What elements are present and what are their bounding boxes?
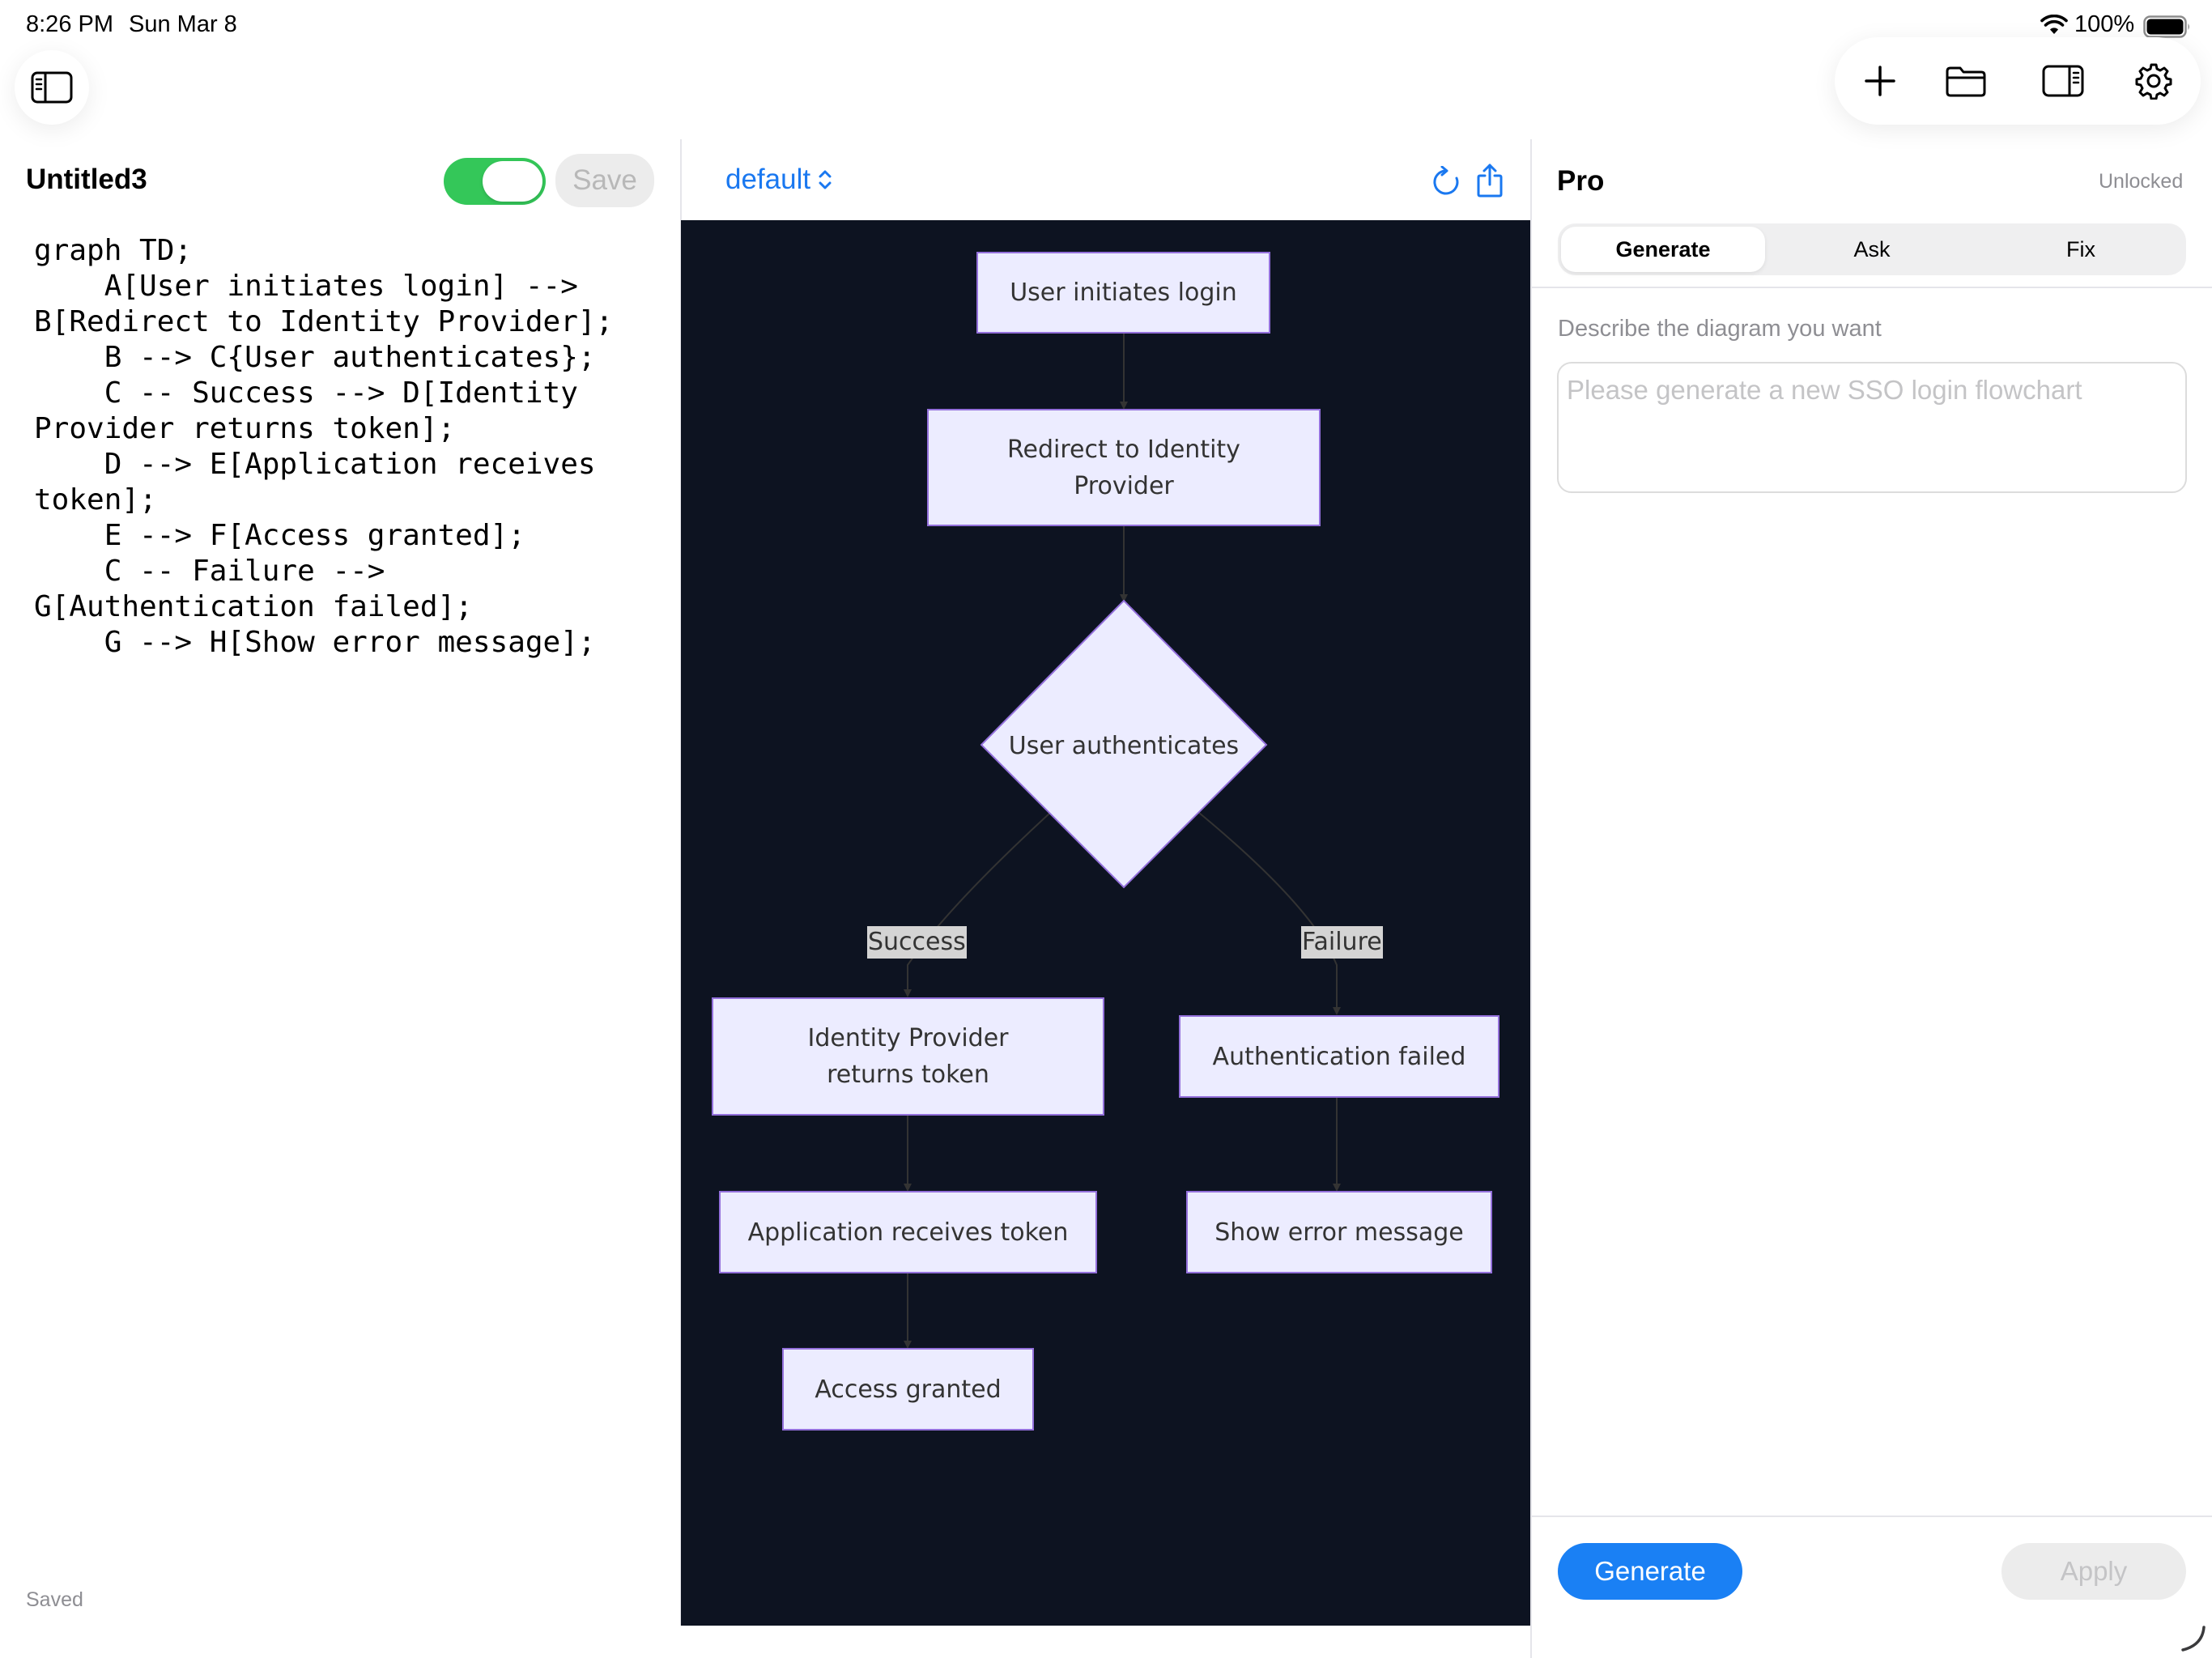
prompt-input[interactable]: [1557, 362, 2187, 493]
refresh-button[interactable]: [1428, 164, 1464, 199]
generate-button[interactable]: Generate: [1558, 1543, 1742, 1600]
node-show-error-message[interactable]: Show error message: [1186, 1191, 1492, 1273]
sidebar-icon: [31, 70, 73, 105]
share-icon: [1477, 164, 1503, 198]
wifi-icon: [2040, 14, 2068, 40]
diagram-canvas[interactable]: User initiates login Redirect to Identit…: [681, 220, 1530, 1626]
right-sidebar-icon: [2042, 65, 2084, 97]
node-authentication-failed[interactable]: Authentication failed: [1179, 1015, 1499, 1098]
gear-icon: [2135, 63, 2172, 100]
edge-c-g: [1198, 812, 1341, 1015]
top-toolbar: [1835, 37, 2201, 125]
node-application-receives-token[interactable]: Application receives token: [719, 1191, 1097, 1273]
new-document-button[interactable]: [1859, 60, 1901, 102]
node-idp-returns-token[interactable]: Identity Provider returns token: [712, 997, 1104, 1116]
tab-generate[interactable]: Generate: [1561, 227, 1765, 272]
status-date: Sun Mar 8: [129, 11, 237, 37]
pro-header-divider: [1532, 287, 2212, 288]
refresh-icon: [1433, 166, 1459, 195]
node-user-initiates-login[interactable]: User initiates login: [976, 252, 1270, 334]
node-user-authenticates[interactable]: User authenticates: [1002, 709, 1245, 782]
pro-footer-divider: [1532, 1516, 2212, 1517]
edge-c-d: [904, 812, 1051, 997]
open-folder-button[interactable]: [1938, 60, 1993, 102]
settings-button[interactable]: [2131, 58, 2176, 104]
prompt-label: Describe the diagram you want: [1558, 316, 1882, 342]
share-button[interactable]: [1472, 160, 1508, 201]
chevron-up-down-icon: [819, 170, 832, 189]
file-name: Untitled3: [26, 164, 147, 195]
sidebar-toggle-button[interactable]: [15, 50, 89, 125]
theme-name: default: [725, 164, 811, 195]
inspector-toggle-button[interactable]: [2035, 60, 2091, 102]
toggle-knob: [483, 161, 542, 202]
apply-button[interactable]: Apply: [2001, 1543, 2186, 1600]
mode-segmented-control: Generate Ask Fix: [1558, 223, 2186, 275]
edge-label-failure: Failure: [1301, 926, 1383, 959]
edge-label-success: Success: [867, 926, 967, 959]
battery-percent: 100%: [2074, 11, 2135, 37]
tab-ask[interactable]: Ask: [1770, 227, 1974, 272]
resize-handle-icon[interactable]: [2178, 1624, 2207, 1657]
right-divider: [1530, 139, 1532, 1658]
save-status: Saved: [26, 1588, 83, 1611]
plus-icon: [1865, 66, 1895, 96]
autosave-toggle[interactable]: [444, 158, 546, 205]
save-button[interactable]: Save: [555, 154, 654, 207]
folder-icon: [1946, 66, 1986, 97]
tab-fix[interactable]: Fix: [1979, 227, 2183, 272]
status-time: 8:26 PM: [26, 11, 113, 37]
pro-status: Unlocked: [2099, 170, 2184, 193]
theme-selector[interactable]: default: [725, 164, 833, 196]
code-editor[interactable]: graph TD; A[User initiates login] --> B[…: [34, 233, 613, 661]
node-access-granted[interactable]: Access granted: [782, 1348, 1034, 1431]
node-redirect-to-idp[interactable]: Redirect to Identity Provider: [927, 409, 1321, 526]
pro-title: Pro: [1557, 165, 1605, 197]
